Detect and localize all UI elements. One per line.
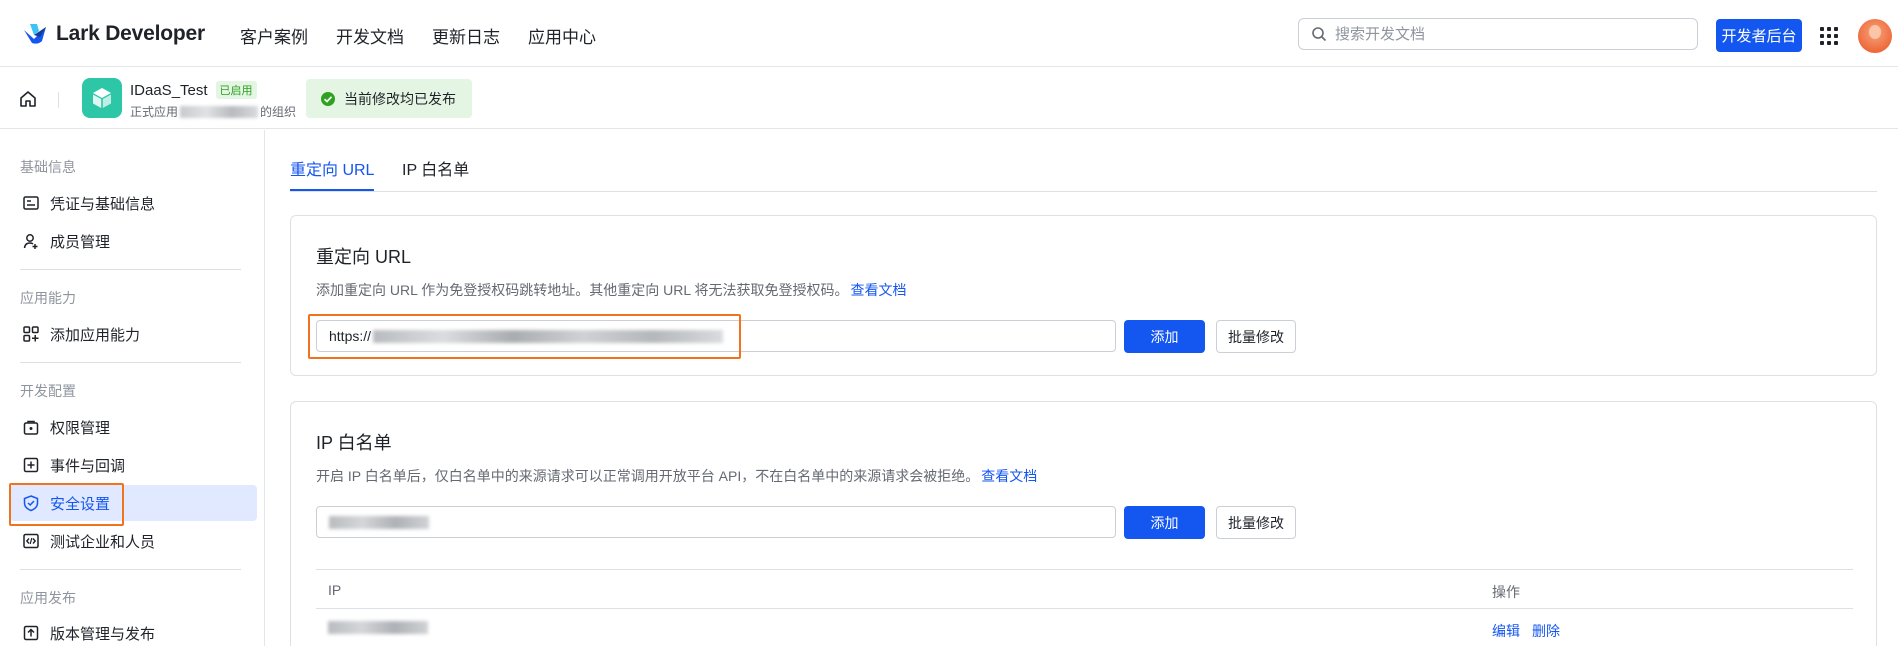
column-ip: IP <box>328 582 342 598</box>
header-divider <box>58 92 59 108</box>
sidebar-item-versions[interactable]: 版本管理与发布 <box>10 615 257 646</box>
ip-whitelist-card: IP 白名单 开启 IP 白名单后，仅白名单中的来源请求可以正常调用开放平台 A… <box>290 401 1877 646</box>
event-icon <box>23 457 39 473</box>
credential-icon <box>23 196 39 210</box>
member-icon <box>23 234 38 249</box>
org-prefix: 正式应用 <box>130 105 179 119</box>
user-avatar[interactable] <box>1858 19 1892 53</box>
url-prefix: https:// <box>329 328 372 344</box>
sidebar-section-basic: 基础信息 <box>20 159 76 175</box>
edit-link[interactable]: 编辑 <box>1492 623 1520 639</box>
column-actions: 操作 <box>1492 584 1520 600</box>
redirect-url-input[interactable]: https:// <box>316 320 1116 352</box>
sidebar-item-permissions[interactable]: 权限管理 <box>10 409 257 445</box>
sidebar-item-test-org[interactable]: 测试企业和人员 <box>10 523 257 559</box>
ip-cell <box>328 621 428 637</box>
table-row: 编辑 删除 <box>316 609 1853 646</box>
developer-console-button[interactable]: 开发者后台 <box>1716 19 1802 52</box>
redirect-doc-link[interactable]: 查看文档 <box>851 282 907 298</box>
sidebar-divider <box>20 569 241 570</box>
sidebar-section-release: 应用发布 <box>20 590 76 606</box>
redirect-desc-text: 添加重定向 URL 作为免登授权码跳转地址。其他重定向 URL 将无法获取免登授… <box>316 282 849 298</box>
sidebar-section-capability: 应用能力 <box>20 290 76 306</box>
home-icon[interactable] <box>18 89 38 109</box>
add-capability-icon <box>23 326 39 342</box>
sidebar-item-credentials[interactable]: 凭证与基础信息 <box>10 185 257 221</box>
nav-customer-cases[interactable]: 客户案例 <box>240 23 308 48</box>
shield-icon <box>23 495 39 512</box>
ip-desc-text: 开启 IP 白名单后，仅白名单中的来源请求可以正常调用开放平台 API，不在白名… <box>316 468 980 484</box>
search-icon <box>1312 27 1327 42</box>
sidebar-item-security[interactable]: 安全设置 <box>10 485 257 521</box>
nav-dev-docs[interactable]: 开发文档 <box>336 23 404 48</box>
bulk-edit-redirect-button[interactable]: 批量修改 <box>1216 320 1296 353</box>
redirect-url-card: 重定向 URL 添加重定向 URL 作为免登授权码跳转地址。其他重定向 URL … <box>290 215 1877 376</box>
status-badge: 已启用 <box>215 81 257 99</box>
sidebar-divider <box>20 362 241 363</box>
sidebar-item-add-capability[interactable]: 添加应用能力 <box>10 316 257 352</box>
top-navbar: Lark Developer 客户案例 开发文档 更新日志 应用中心 开发者后台 <box>0 3 1898 67</box>
upload-icon <box>23 625 39 641</box>
search-box[interactable] <box>1298 18 1698 50</box>
sidebar-item-label: 测试企业和人员 <box>50 533 156 551</box>
redacted-ip <box>328 621 428 634</box>
add-ip-button[interactable]: 添加 <box>1124 506 1205 539</box>
sidebar-divider <box>20 269 241 270</box>
delete-link[interactable]: 删除 <box>1532 623 1560 639</box>
active-tab-indicator <box>290 189 374 191</box>
redirect-url-title: 重定向 URL <box>316 247 412 267</box>
app-org: 正式应用 的组织 <box>130 103 296 120</box>
redirect-url-description: 添加重定向 URL 作为免登授权码跳转地址。其他重定向 URL 将无法获取免登授… <box>316 280 907 300</box>
publish-status-text: 当前修改均已发布 <box>344 90 456 107</box>
sidebar-item-label: 版本管理与发布 <box>50 625 156 643</box>
sidebar-item-label: 添加应用能力 <box>50 326 141 344</box>
redacted-org-name <box>180 105 259 118</box>
app-name-text: IDaaS_Test <box>130 81 208 99</box>
sidebar-item-label: 事件与回调 <box>50 457 126 475</box>
tab-ip-whitelist[interactable]: IP 白名单 <box>402 156 469 180</box>
publish-status-banner: 当前修改均已发布 <box>306 79 472 118</box>
apps-grid-icon[interactable] <box>1820 27 1838 45</box>
tab-redirect-url[interactable]: 重定向 URL <box>290 156 374 180</box>
ip-input[interactable] <box>316 506 1116 538</box>
ip-table: IP 操作 编辑 删除 <box>316 569 1853 646</box>
app-header: IDaaS_Test 已启用 正式应用 的组织 当前修改均已发布 <box>0 67 1898 129</box>
sidebar-item-label: 凭证与基础信息 <box>50 195 156 213</box>
sidebar-item-label: 成员管理 <box>50 233 111 251</box>
app-name: IDaaS_Test 已启用 <box>130 81 257 99</box>
add-redirect-button[interactable]: 添加 <box>1124 320 1205 353</box>
ip-whitelist-title: IP 白名单 <box>316 433 392 453</box>
app-icon <box>82 78 122 118</box>
search-input[interactable] <box>1335 25 1675 43</box>
actions-cell: 编辑 删除 <box>1492 621 1572 641</box>
sidebar-item-events[interactable]: 事件与回调 <box>10 447 257 483</box>
bulk-edit-ip-button[interactable]: 批量修改 <box>1216 506 1296 539</box>
cube-icon <box>93 88 111 108</box>
ip-doc-link[interactable]: 查看文档 <box>981 468 1037 484</box>
redacted-ip-input <box>329 515 429 529</box>
tab-bar: 重定向 URL IP 白名单 <box>290 130 1877 192</box>
main-nav: 客户案例 开发文档 更新日志 应用中心 <box>240 23 596 48</box>
sidebar: 基础信息 凭证与基础信息 成员管理 应用能力 添加应用能力 开发配置 权限管理 … <box>0 130 265 646</box>
org-suffix: 的组织 <box>260 105 297 119</box>
code-icon <box>23 533 39 549</box>
lark-logo-icon <box>24 24 46 44</box>
redacted-url <box>373 329 724 343</box>
ip-whitelist-description: 开启 IP 白名单后，仅白名单中的来源请求可以正常调用开放平台 API，不在白名… <box>316 466 1037 486</box>
sidebar-item-members[interactable]: 成员管理 <box>10 223 257 259</box>
nav-app-center[interactable]: 应用中心 <box>528 23 596 48</box>
permission-icon <box>23 420 39 435</box>
nav-changelog[interactable]: 更新日志 <box>432 23 500 48</box>
sidebar-section-dev-config: 开发配置 <box>20 383 76 399</box>
check-circle-icon <box>321 91 335 106</box>
lark-developer-logo[interactable]: Lark Developer <box>22 21 205 47</box>
sidebar-item-label: 安全设置 <box>50 495 111 513</box>
sidebar-item-label: 权限管理 <box>50 419 111 437</box>
brand-name: Lark Developer <box>56 22 205 45</box>
table-header: IP 操作 <box>316 569 1853 609</box>
